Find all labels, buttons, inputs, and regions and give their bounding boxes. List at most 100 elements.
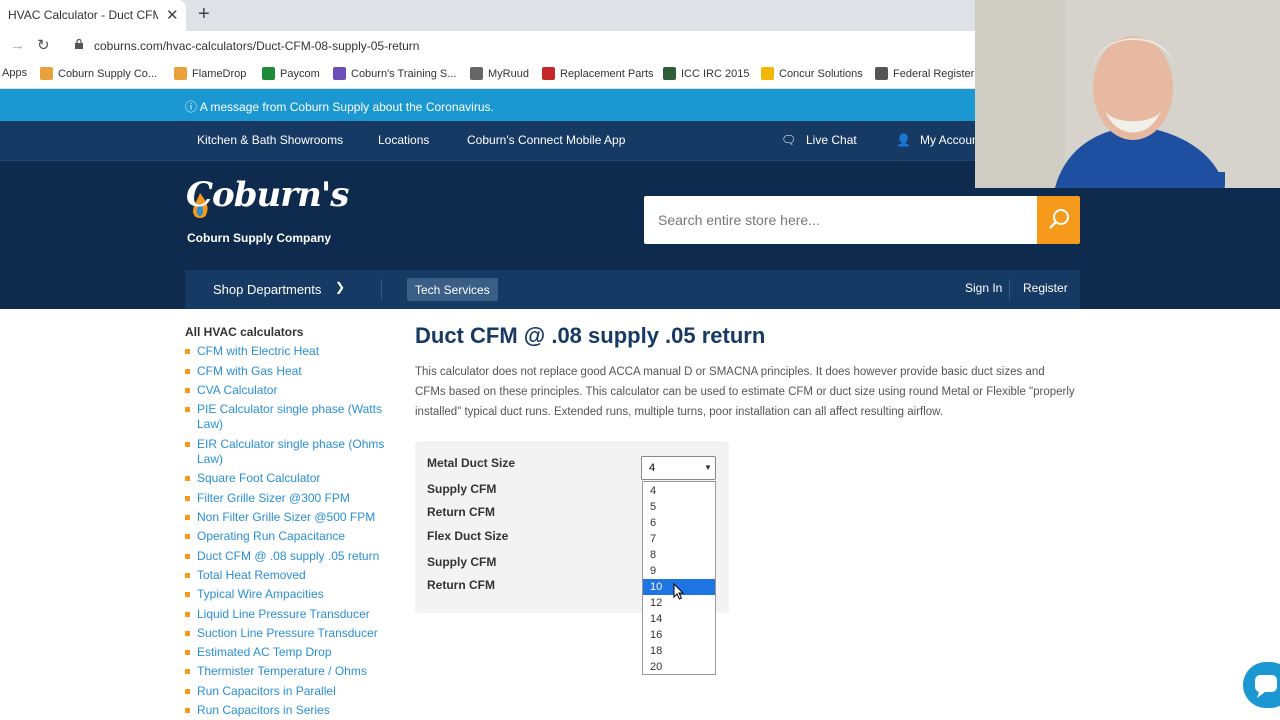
bookmark-label: ICC IRC 2015 bbox=[681, 67, 750, 80]
metal-duct-size-select[interactable]: 4 ▼ bbox=[641, 456, 716, 480]
sidebar-title: All HVAC calculators bbox=[185, 325, 304, 339]
my-account-link[interactable]: My Accoun bbox=[920, 133, 979, 147]
bookmark-favicon-icon bbox=[663, 67, 676, 80]
sidebar-item[interactable]: Total Heat Removed bbox=[185, 568, 385, 583]
bullet-icon bbox=[185, 708, 190, 713]
dropdown-option[interactable]: 20 bbox=[643, 659, 715, 675]
bookmark-item[interactable]: ICC IRC 2015 bbox=[663, 67, 749, 80]
sidebar-item-label: Duct CFM @ .08 supply .05 return bbox=[197, 549, 380, 563]
sidebar-item[interactable]: Run Capacitors in Series bbox=[185, 703, 385, 718]
sidebar-item-label: Run Capacitors in Parallel bbox=[197, 684, 336, 698]
bookmark-favicon-icon bbox=[875, 67, 888, 80]
sidebar-item-label: CFM with Electric Heat bbox=[197, 344, 320, 358]
sidebar-item[interactable]: Non Filter Grille Sizer @500 FPM bbox=[185, 510, 385, 525]
sidebar-item[interactable]: EIR Calculator single phase (Ohms Law) bbox=[185, 437, 385, 467]
sidebar-item[interactable]: Estimated AC Temp Drop bbox=[185, 645, 385, 660]
bullet-icon bbox=[185, 650, 190, 655]
new-tab-button[interactable]: + bbox=[198, 3, 210, 26]
bookmark-item[interactable]: Replacement Parts bbox=[542, 67, 654, 80]
dropdown-option[interactable]: 6 bbox=[643, 515, 715, 531]
sidebar-item-label: Non Filter Grille Sizer @500 FPM bbox=[197, 510, 376, 524]
dropdown-option[interactable]: 4 bbox=[643, 483, 715, 499]
bookmark-item[interactable]: MyRuud bbox=[470, 67, 529, 80]
sidebar-item[interactable]: Square Foot Calculator bbox=[185, 471, 385, 486]
select-value: 4 bbox=[649, 462, 656, 474]
presenter-video-icon bbox=[975, 0, 1280, 188]
topnav-locations[interactable]: Locations bbox=[378, 133, 429, 147]
dropdown-option[interactable]: 14 bbox=[643, 611, 715, 627]
chevron-down-icon[interactable]: ❯ bbox=[335, 280, 345, 294]
bookmark-item[interactable]: Paycom bbox=[262, 67, 320, 80]
webcam-overlay bbox=[975, 0, 1280, 188]
alert-text: A message from Coburn Supply about the C… bbox=[199, 100, 494, 114]
bookmark-item[interactable]: Apps bbox=[2, 67, 27, 79]
sign-in-link[interactable]: Sign In bbox=[965, 281, 1002, 295]
bookmark-label: Coburn Supply Co... bbox=[58, 67, 158, 80]
sidebar-item[interactable]: Run Capacitors in Parallel bbox=[185, 684, 385, 699]
sidebar-item-label: CVA Calculator bbox=[197, 383, 278, 397]
sidebar-item-label: Suction Line Pressure Transducer bbox=[197, 626, 378, 640]
sidebar-item[interactable]: CFM with Gas Heat bbox=[185, 364, 385, 379]
search-icon bbox=[1049, 209, 1069, 229]
sidebar-item-label: PIE Calculator single phase (Watts Law) bbox=[197, 402, 382, 431]
flex-return-cfm-label: Return CFM bbox=[427, 578, 495, 592]
bookmark-label: Federal Register bbox=[893, 67, 975, 80]
reload-icon[interactable]: ↻ bbox=[37, 36, 50, 54]
dropdown-option[interactable]: 7 bbox=[643, 531, 715, 547]
register-link[interactable]: Register bbox=[1023, 281, 1068, 295]
page-title: Duct CFM @ .08 supply .05 return bbox=[415, 323, 766, 348]
browser-tab[interactable]: HVAC Calculator - Duct CFM @ . ✕ bbox=[0, 0, 186, 31]
sidebar-item-label: Estimated AC Temp Drop bbox=[197, 645, 332, 659]
sidebar-item[interactable]: Suction Line Pressure Transducer bbox=[185, 626, 385, 641]
topnav-mobile-app[interactable]: Coburn's Connect Mobile App bbox=[467, 133, 625, 147]
bookmark-item[interactable]: Federal Register bbox=[875, 67, 974, 80]
sidebar-item[interactable]: Thermister Temperature / Ohms bbox=[185, 664, 385, 679]
bullet-icon bbox=[185, 349, 190, 354]
chat-icon: 🗨 bbox=[781, 133, 797, 147]
bookmark-item[interactable]: Coburn Supply Co... bbox=[40, 67, 157, 80]
main-navigation: Shop Departments ❯ Tech Services Sign In… bbox=[185, 270, 1080, 309]
bullet-icon bbox=[185, 496, 190, 501]
chat-widget-button[interactable] bbox=[1243, 662, 1280, 708]
sidebar-item[interactable]: CFM with Electric Heat bbox=[185, 344, 385, 359]
sidebar-item[interactable]: Filter Grille Sizer @300 FPM bbox=[185, 491, 385, 506]
bookmark-label: Replacement Parts bbox=[560, 67, 654, 80]
forward-icon[interactable]: → bbox=[10, 37, 25, 54]
url-text[interactable]: coburns.com/hvac-calculators/Duct-CFM-08… bbox=[94, 39, 419, 53]
dropdown-option[interactable]: 9 bbox=[643, 563, 715, 579]
topnav-kitchen-bath[interactable]: Kitchen & Bath Showrooms bbox=[197, 133, 343, 147]
search-button[interactable] bbox=[1037, 196, 1080, 244]
bullet-icon bbox=[185, 573, 190, 578]
logo-wordmark[interactable]: Coburn's bbox=[186, 175, 349, 215]
duct-size-dropdown-list: 4 5 6 7 8 9 10 12 14 16 18 20 bbox=[642, 481, 716, 675]
sidebar-item-label: Thermister Temperature / Ohms bbox=[197, 664, 367, 678]
sidebar-item-label: Operating Run Capacitance bbox=[197, 529, 346, 543]
live-chat-link[interactable]: Live Chat bbox=[806, 133, 857, 147]
tech-services-button[interactable]: Tech Services bbox=[407, 278, 498, 301]
dropdown-arrow-icon: ▼ bbox=[704, 463, 712, 472]
dropdown-option[interactable]: 16 bbox=[643, 627, 715, 643]
sidebar-item[interactable]: Duct CFM @ .08 supply .05 return bbox=[185, 549, 385, 564]
tab-title: HVAC Calculator - Duct CFM @ . bbox=[8, 8, 158, 22]
sidebar-item[interactable]: Typical Wire Ampacities bbox=[185, 587, 385, 602]
sidebar-item[interactable]: PIE Calculator single phase (Watts Law) bbox=[185, 402, 385, 432]
sidebar-item[interactable]: Liquid Line Pressure Transducer bbox=[185, 607, 385, 622]
lock-icon bbox=[75, 39, 83, 49]
bullet-icon bbox=[185, 388, 190, 393]
dropdown-option[interactable]: 18 bbox=[643, 643, 715, 659]
tab-close-icon[interactable]: ✕ bbox=[166, 6, 179, 24]
bookmark-item[interactable]: Coburn's Training S... bbox=[333, 67, 456, 80]
bookmark-label: Paycom bbox=[280, 67, 320, 80]
dropdown-option[interactable]: 5 bbox=[643, 499, 715, 515]
bookmark-item[interactable]: Concur Solutions bbox=[761, 67, 863, 80]
bookmark-item[interactable]: FlameDrop bbox=[174, 67, 246, 80]
shop-departments-menu[interactable]: Shop Departments bbox=[213, 282, 321, 297]
bookmark-favicon-icon bbox=[470, 67, 483, 80]
sidebar-item[interactable]: Operating Run Capacitance bbox=[185, 529, 385, 544]
sidebar-item-label: Liquid Line Pressure Transducer bbox=[197, 607, 370, 621]
bookmark-favicon-icon bbox=[262, 67, 275, 80]
bookmark-label: MyRuud bbox=[488, 67, 529, 80]
search-input[interactable]: Search entire store here... bbox=[644, 196, 1037, 244]
sidebar-item[interactable]: CVA Calculator bbox=[185, 383, 385, 398]
dropdown-option[interactable]: 8 bbox=[643, 547, 715, 563]
